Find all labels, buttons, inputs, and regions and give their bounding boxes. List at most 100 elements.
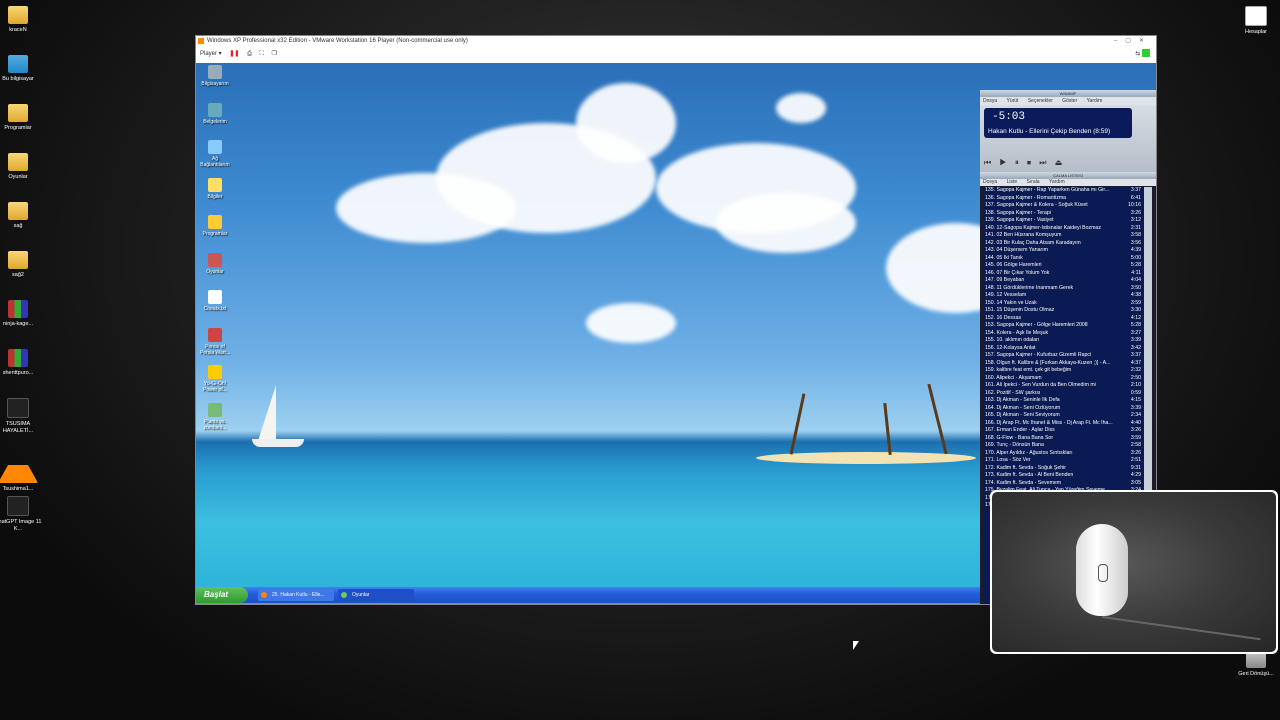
playlist-row[interactable]: 139. Sagopa Kajmer - Vasiyet 3:12	[983, 217, 1143, 225]
playlist-row[interactable]: 165. Dj Akman - Seni Seviyorum 2:34	[983, 412, 1143, 420]
playlist-row[interactable]: 142. 03 Bir Kulaç Daha Atsam Karadayım 3:…	[983, 240, 1143, 248]
playlist-row[interactable]: 174. Kadim ft. Sevda - Sevemem 3:05	[983, 480, 1143, 488]
playlist-row[interactable]: 171. Losa - Söz Ver 2:51	[983, 457, 1143, 465]
playlist-row[interactable]: 164. Dj Akman - Seni Özlüyorum 3:39	[983, 405, 1143, 413]
eject-icon[interactable]: ⏏	[1055, 158, 1066, 167]
previous-icon[interactable]: ⏮	[984, 158, 994, 167]
playlist-row[interactable]: 172. Kadim ft. Sevda - Soğuk Şehir 9:31	[983, 465, 1143, 473]
taskbar-item-winamp[interactable]: 25. Hakan Kutlu - Elle...	[258, 589, 334, 601]
send-ctrl-alt-del-icon[interactable]: ⎙	[247, 46, 252, 62]
playlist-row[interactable]: 135. Sagopa Kajmer - Rap Yaparken Günaha…	[983, 187, 1143, 195]
playlist-row[interactable]: 151. 15 Düşenin Dostu Olmaz 3:30	[983, 307, 1143, 315]
host-icon[interactable]: sağ2	[0, 251, 44, 279]
winamp-display: -5:03 Hakan Kutlu - Ellerini Çekip Bende…	[984, 108, 1132, 138]
playlist-row[interactable]: 138. Sagopa Kajmer - Terapi 3:26	[983, 210, 1143, 218]
playlist-row[interactable]: 146. 07 Bir Çıkar Yolum Yok 4:11	[983, 270, 1143, 278]
guest-desktop-icon[interactable]: Yu-Gi-Oh! Power of...	[198, 365, 232, 393]
pl-menu-dosya[interactable]: Dosya	[983, 179, 997, 185]
playlist-row[interactable]: 136. Sagopa Kajmer - Romantizma 6:41	[983, 195, 1143, 203]
guest-desktop-icon[interactable]: Plants vs. zombies...	[198, 402, 232, 431]
guest-desktop-icon[interactable]: Oyunlar	[198, 252, 232, 275]
pl-menu-sirala[interactable]: Sırala	[1027, 179, 1040, 185]
playlist-row[interactable]: 162. Pozitif - SW şarkısı 0:59	[983, 390, 1143, 398]
host-icon[interactable]: Hesaplar	[1230, 6, 1280, 36]
guest-desktop-icon[interactable]: Belgelerim	[198, 102, 232, 125]
host-icon[interactable]: TSUSIMA HAYALETİ...	[0, 398, 44, 435]
host-icon[interactable]: Tsushima1...	[0, 447, 44, 493]
winamp-icon	[261, 592, 267, 598]
pl-menu-yardim[interactable]: Yardım	[1049, 179, 1065, 185]
playlist-row[interactable]: 166. Dj Arap Ft. Mc İhanet & Miss - Dj A…	[983, 420, 1143, 428]
host-icon[interactable]: shenttpuro...	[0, 349, 44, 377]
menu-yardim[interactable]: Yardım	[1087, 98, 1103, 104]
menu-dosya[interactable]: Dosya	[983, 98, 997, 104]
host-icon[interactable]: kraceN	[0, 6, 44, 34]
menu-goster[interactable]: Göster	[1062, 98, 1077, 104]
playlist-row[interactable]: 145. 06 Gölge Haremleri 5:28	[983, 262, 1143, 270]
host-icon[interactable]: Bu bilgisayar	[0, 55, 44, 83]
folder-icon	[8, 6, 28, 24]
taskbar-item-oyunlar[interactable]: Oyunlar	[338, 589, 414, 601]
playlist-titlebar[interactable]: ÇALMA LİSTESİ	[980, 172, 1156, 179]
playlist-row[interactable]: 168. G-Flow - Bana Bana Sor 3:59	[983, 435, 1143, 443]
host-icon[interactable]: ninja-kage...	[0, 300, 44, 328]
playlist-row[interactable]: 140. 12-Sagopa Kajmer-İstisnalar Kaideyi…	[983, 225, 1143, 233]
player-menu[interactable]: Player ▾	[200, 46, 222, 62]
playlist-row[interactable]: 157. Sagopa Kajmer - Kufurbaz Gizemli Ra…	[983, 352, 1143, 360]
guest-desktop-icon[interactable]: Bilgisayarım	[198, 65, 232, 87]
next-icon[interactable]: ⏭	[1039, 158, 1049, 167]
stop-icon[interactable]: ⏹	[1027, 158, 1034, 167]
host-icon[interactable]: Geri Dönüşü...	[1230, 650, 1280, 678]
playlist-row[interactable]: 148. 11 Gördüklerime İnanmam Gerek 3:50	[983, 285, 1143, 293]
playlist-row[interactable]: 150. 14 Yakın ve Uzak 3:59	[983, 300, 1143, 308]
playlist-row[interactable]: 143. 04 Düşersem Yanarım 4:39	[983, 247, 1143, 255]
track-title: 138. Sagopa Kajmer - Terapi	[985, 209, 1051, 216]
menu-secenekler[interactable]: Seçenekler	[1028, 98, 1053, 104]
playlist-row[interactable]: 137. Sagopa Kajmer & Kolera - Soğuk Küve…	[983, 202, 1143, 210]
playlist-row[interactable]: 156. 12-Kolaysa Anlat 3:42	[983, 345, 1143, 353]
guest-desktop-icon[interactable]: Cheats.txt	[198, 290, 232, 312]
winamp-titlebar[interactable]: WINAMP	[980, 90, 1156, 97]
guest-desktop-icon[interactable]: Ağ Bağlantılarım	[198, 140, 232, 168]
vm-settings-icon[interactable]: ⇆	[1135, 51, 1140, 57]
guest-icon-label: Bilgiler	[207, 193, 223, 200]
fullscreen-icon[interactable]: ⛶	[260, 46, 264, 62]
desktop-shortcut-icon	[208, 402, 222, 417]
playlist-row[interactable]: 158. Olgun ft. Kalibre & [Furkan Akkaya-…	[983, 360, 1143, 368]
host-icon[interactable]: sağ	[0, 202, 44, 230]
playlist-row[interactable]: 160. Alipekci - Akşamam 2:50	[983, 375, 1143, 383]
guest-desktop-icon[interactable]: Bilgiler	[198, 177, 232, 200]
playlist-row[interactable]: 159. kalibre feat emt. çek git bebeğim 2:…	[983, 367, 1143, 375]
menu-yurut[interactable]: Yürüt	[1007, 98, 1019, 104]
playlist-row[interactable]: 169. Tunç - Dönsün Bana 2:58	[983, 442, 1143, 450]
playlist-row[interactable]: 167. Erman Ender - Aşlar Diss 3:26	[983, 427, 1143, 435]
pl-menu-liste[interactable]: Liste	[1007, 179, 1018, 185]
palm-tree	[883, 402, 892, 456]
playlist-row[interactable]: 144. 05 İki Tanık 5:00	[983, 255, 1143, 263]
elapsed-time[interactable]: -5:03	[992, 111, 1025, 123]
host-icon[interactable]: ChatGPT Image 11 K...	[0, 496, 44, 533]
start-button[interactable]: Başlat	[196, 587, 248, 603]
playlist-row[interactable]: 149. 12 Vesselam 4:38	[983, 292, 1143, 300]
pause-icon[interactable]: ❚❚	[229, 46, 239, 62]
unity-icon[interactable]: ❐	[271, 46, 276, 62]
playlist-row[interactable]: 154. Kolera - Aşk İle Meşuk 3:27	[983, 330, 1143, 338]
playlist-row[interactable]: 170. Alper Ayıldız - Ağustos Sıntıskları…	[983, 450, 1143, 458]
guest-desktop-icon[interactable]: Programlar	[198, 215, 232, 237]
playlist-row[interactable]: 141. 02 Ben Hüsranа Komşuyum 3:58	[983, 232, 1143, 240]
pause-button-icon[interactable]: ⏸	[1015, 158, 1022, 167]
window-controls[interactable]: –▢✕	[1114, 36, 1152, 46]
play-icon[interactable]: ▶	[999, 158, 1009, 167]
track-title: 153. Sagopa Kajmer - Gölge Haremleri 200…	[985, 322, 1088, 328]
playlist-row[interactable]: 155. 10. aklımın odaları 3:39	[983, 337, 1143, 345]
playlist-row[interactable]: 152. 16 Dessas 4:12	[983, 315, 1143, 323]
playlist-row[interactable]: 163. Dj Akman - Seninle İlk Defa 4:15	[983, 397, 1143, 405]
playlist-row[interactable]: 161. Ali İpekci - Sen Vurdun da Ben Ölme…	[983, 382, 1143, 390]
playlist-row[interactable]: 173. Kadim ft. Sevda - Al Beni Benden 4:2…	[983, 472, 1143, 480]
host-icon[interactable]: Programlar	[0, 104, 44, 132]
host-icon[interactable]: Oyunlar	[0, 153, 44, 181]
playlist-row[interactable]: 147. 09 Beyaban 4:04	[983, 277, 1143, 285]
guest-desktop-icon[interactable]: Prince of Persia Warr...	[198, 327, 232, 356]
playlist-row[interactable]: 153. Sagopa Kajmer - Gölge Haremleri 200…	[983, 322, 1143, 330]
vmware-titlebar[interactable]: Windows XP Professional x32 Edition - VM…	[196, 36, 1156, 46]
